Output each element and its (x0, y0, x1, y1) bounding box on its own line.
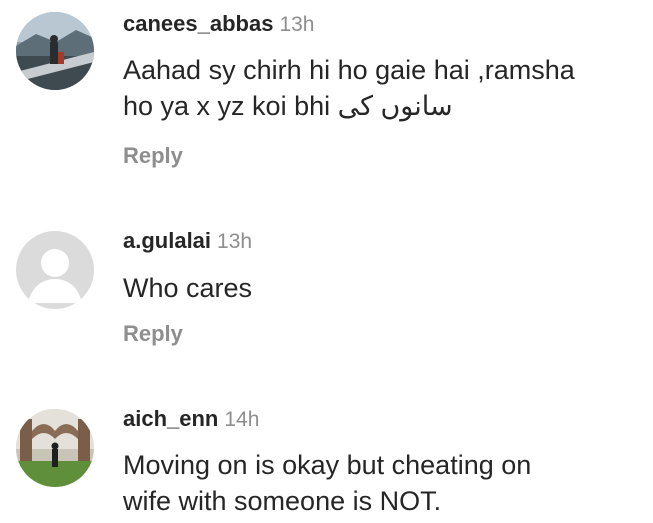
comment-text: Moving on is okay but cheating on wife w… (123, 447, 643, 519)
avatar-photo (16, 409, 94, 487)
username[interactable]: canees_abbas (123, 11, 273, 36)
reply-button[interactable]: Reply (123, 320, 183, 348)
comment-meta: a.gulalai 13h (123, 227, 252, 258)
avatar[interactable] (16, 231, 94, 309)
username[interactable]: a.gulalai (123, 228, 211, 253)
timestamp: 14h (224, 408, 260, 431)
comment-text: Aahad sy chirh hi ho gaie hai ,ramsha ho… (123, 52, 643, 124)
avatar-photo (16, 12, 94, 90)
username[interactable]: aich_enn (123, 406, 218, 431)
comment-text-line: ho ya x yz koi bhi سانوں کی (123, 91, 453, 121)
comment-text: Who cares (123, 270, 643, 306)
default-avatar-icon (16, 231, 94, 309)
reply-button[interactable]: Reply (123, 142, 183, 170)
comment-meta: aich_enn 14h (123, 405, 259, 436)
comment-text-line: Who cares (123, 273, 253, 303)
timestamp: 13h (279, 13, 315, 36)
comment-text-line: wife with someone is NOT. (123, 486, 442, 516)
comment-text-line: Aahad sy chirh hi ho gaie hai ,ramsha (123, 55, 575, 85)
avatar[interactable] (16, 12, 94, 90)
avatar[interactable] (16, 409, 94, 487)
comment-meta: canees_abbas 13h (123, 10, 314, 41)
timestamp: 13h (217, 230, 253, 253)
comment-text-line: Moving on is okay but cheating on (123, 450, 532, 480)
